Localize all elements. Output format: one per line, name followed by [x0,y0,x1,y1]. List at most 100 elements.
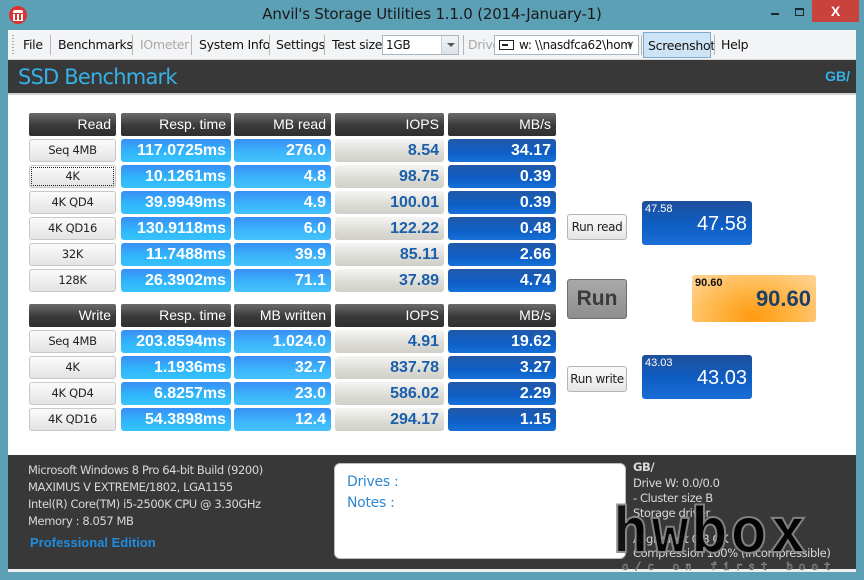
separator [641,35,642,55]
read-resp-cell: 10.1261ms [121,165,231,188]
dropdown-arrow-icon[interactable] [441,36,458,54]
separator [50,35,51,55]
total-score-box: 90.60 90.60 [692,275,816,322]
write-resp-cell: 1.1936ms [121,356,231,379]
read-mb-cell: 276.0 [234,139,331,162]
write-mb-cell: 12.4 [234,408,331,431]
read-mb-cell: 4.8 [234,165,331,188]
read-mb-cell: 39.9 [234,243,331,266]
separator [714,35,715,55]
read-mb-cell: 71.1 [234,269,331,292]
read-mbs-cell: 0.39 [448,191,556,214]
run-button[interactable]: Run [567,279,627,319]
test-size-value: 1GB [386,38,411,52]
run-read-button[interactable]: Run read [567,214,627,240]
menu-system-info[interactable]: System Info [199,37,270,52]
system-info-panel: Microsoft Windows 8 Pro 64-bit Build (92… [8,455,856,572]
cluster-size: - Cluster size B [633,491,713,505]
read-mbs-cell: 0.39 [448,165,556,188]
write-resp-cell: 203.8594ms [121,330,231,353]
total-score-small: 90.60 [695,277,723,289]
read-mbs-cell: 34.17 [448,139,556,162]
read-iops-header: IOPS [335,113,444,136]
screenshot-button[interactable]: Screenshot [643,32,715,58]
test-size-select[interactable]: 1GB [382,35,459,55]
read-iops-cell: 98.75 [335,165,444,188]
read-resp-cell: 39.9949ms [121,191,231,214]
read-resp-cell: 130.9118ms [121,217,231,240]
write-mb-header: MB written [234,304,331,327]
maximize-button[interactable] [795,8,804,16]
read-iops-cell: 8.54 [335,139,444,162]
network-drive-icon [499,40,514,50]
drives-label: Drives : [347,474,399,490]
menu-file[interactable]: File [23,37,43,52]
header-band: SSD Benchmark GB/ [8,60,856,93]
menu-help[interactable]: Help [721,37,749,52]
separator [463,35,464,55]
write-resp-time-header: Resp. time [121,304,231,327]
test-size-label: Test size [332,37,383,52]
toolbar: File Benchmarks IOmeter System Info Sett… [8,30,856,60]
read-score-box: 47.58 47.58 [642,201,752,245]
screenshot-label: Screenshot [648,38,715,53]
read-test-button[interactable]: 32K [29,243,116,266]
minimize-button[interactable] [771,13,779,15]
benchmark-panel: Read Resp. time MB read IOPS MB/s Seq 4MB 117.… [8,93,856,455]
read-test-button[interactable]: Seq 4MB [29,139,116,162]
run-write-button[interactable]: Run write [567,366,627,392]
chevron-down-icon[interactable]: ∨ [626,38,634,51]
unit-tag: GB/ [825,68,850,84]
write-mbs-cell: 19.62 [448,330,556,353]
menu-settings[interactable]: Settings [276,37,325,52]
write-test-header: Write [29,304,116,327]
read-iops-cell: 37.89 [335,269,444,292]
toolbar-grip[interactable] [12,35,14,55]
write-test-button[interactable]: Seq 4MB [29,330,116,353]
drive-select[interactable]: w: \\nasdfca62\hom ∨ [494,35,639,55]
read-iops-cell: 100.01 [335,191,444,214]
read-mb-cell: 6.0 [234,217,331,240]
write-score-small: 43.03 [645,357,673,369]
read-score-small: 47.58 [645,203,673,215]
read-resp-cell: 26.3902ms [121,269,231,292]
write-iops-header: IOPS [335,304,444,327]
menu-benchmarks[interactable]: Benchmarks [58,37,133,52]
read-resp-cell: 117.0725ms [121,139,231,162]
menu-iometer[interactable]: IOmeter [140,37,189,52]
write-mbs-cell: 3.27 [448,356,556,379]
write-iops-cell: 586.02 [335,382,444,405]
read-test-button[interactable]: 128K [29,269,116,292]
page-title: SSD Benchmark [18,65,178,89]
os-info: Microsoft Windows 8 Pro 64-bit Build (92… [28,463,263,477]
read-mb-cell: 4.9 [234,191,331,214]
notes-label: Notes : [347,495,395,511]
write-test-button[interactable]: 4K QD16 [29,408,116,431]
total-score-value: 90.60 [755,286,811,311]
notes-textarea[interactable]: Drives : Notes : [334,463,626,559]
storage-driver: Storage driver [633,506,710,520]
write-iops-cell: 294.17 [335,408,444,431]
write-score-value: 43.03 [696,367,747,389]
read-test-button[interactable]: 4K [29,165,116,188]
drive-capacity: Drive W: 0.0/0.0 [633,476,720,490]
read-mbs-cell: 4.74 [448,269,556,292]
write-mbs-header: MB/s [448,304,556,327]
board-info: MAXIMUS V EXTREME/1802, LGA1155 [28,480,233,494]
close-button[interactable]: X [812,0,859,22]
separator [324,35,325,55]
write-test-button[interactable]: 4K [29,356,116,379]
write-resp-cell: 54.3898ms [121,408,231,431]
edition-label: Professional Edition [30,535,156,550]
separator [132,35,133,55]
compression-info: Compression 100% (Incompressible) [633,546,831,560]
read-test-button[interactable]: 4K QD16 [29,217,116,240]
write-test-button[interactable]: 4K QD4 [29,382,116,405]
alignment-info: Alignment 0 B OK [633,532,729,546]
read-score-value: 47.58 [696,213,747,235]
memory-info: Memory : 8.057 MB [28,514,134,528]
read-test-button[interactable]: 4K QD4 [29,191,116,214]
separator [269,35,270,55]
read-mb-header: MB read [234,113,331,136]
write-iops-cell: 4.91 [335,330,444,353]
